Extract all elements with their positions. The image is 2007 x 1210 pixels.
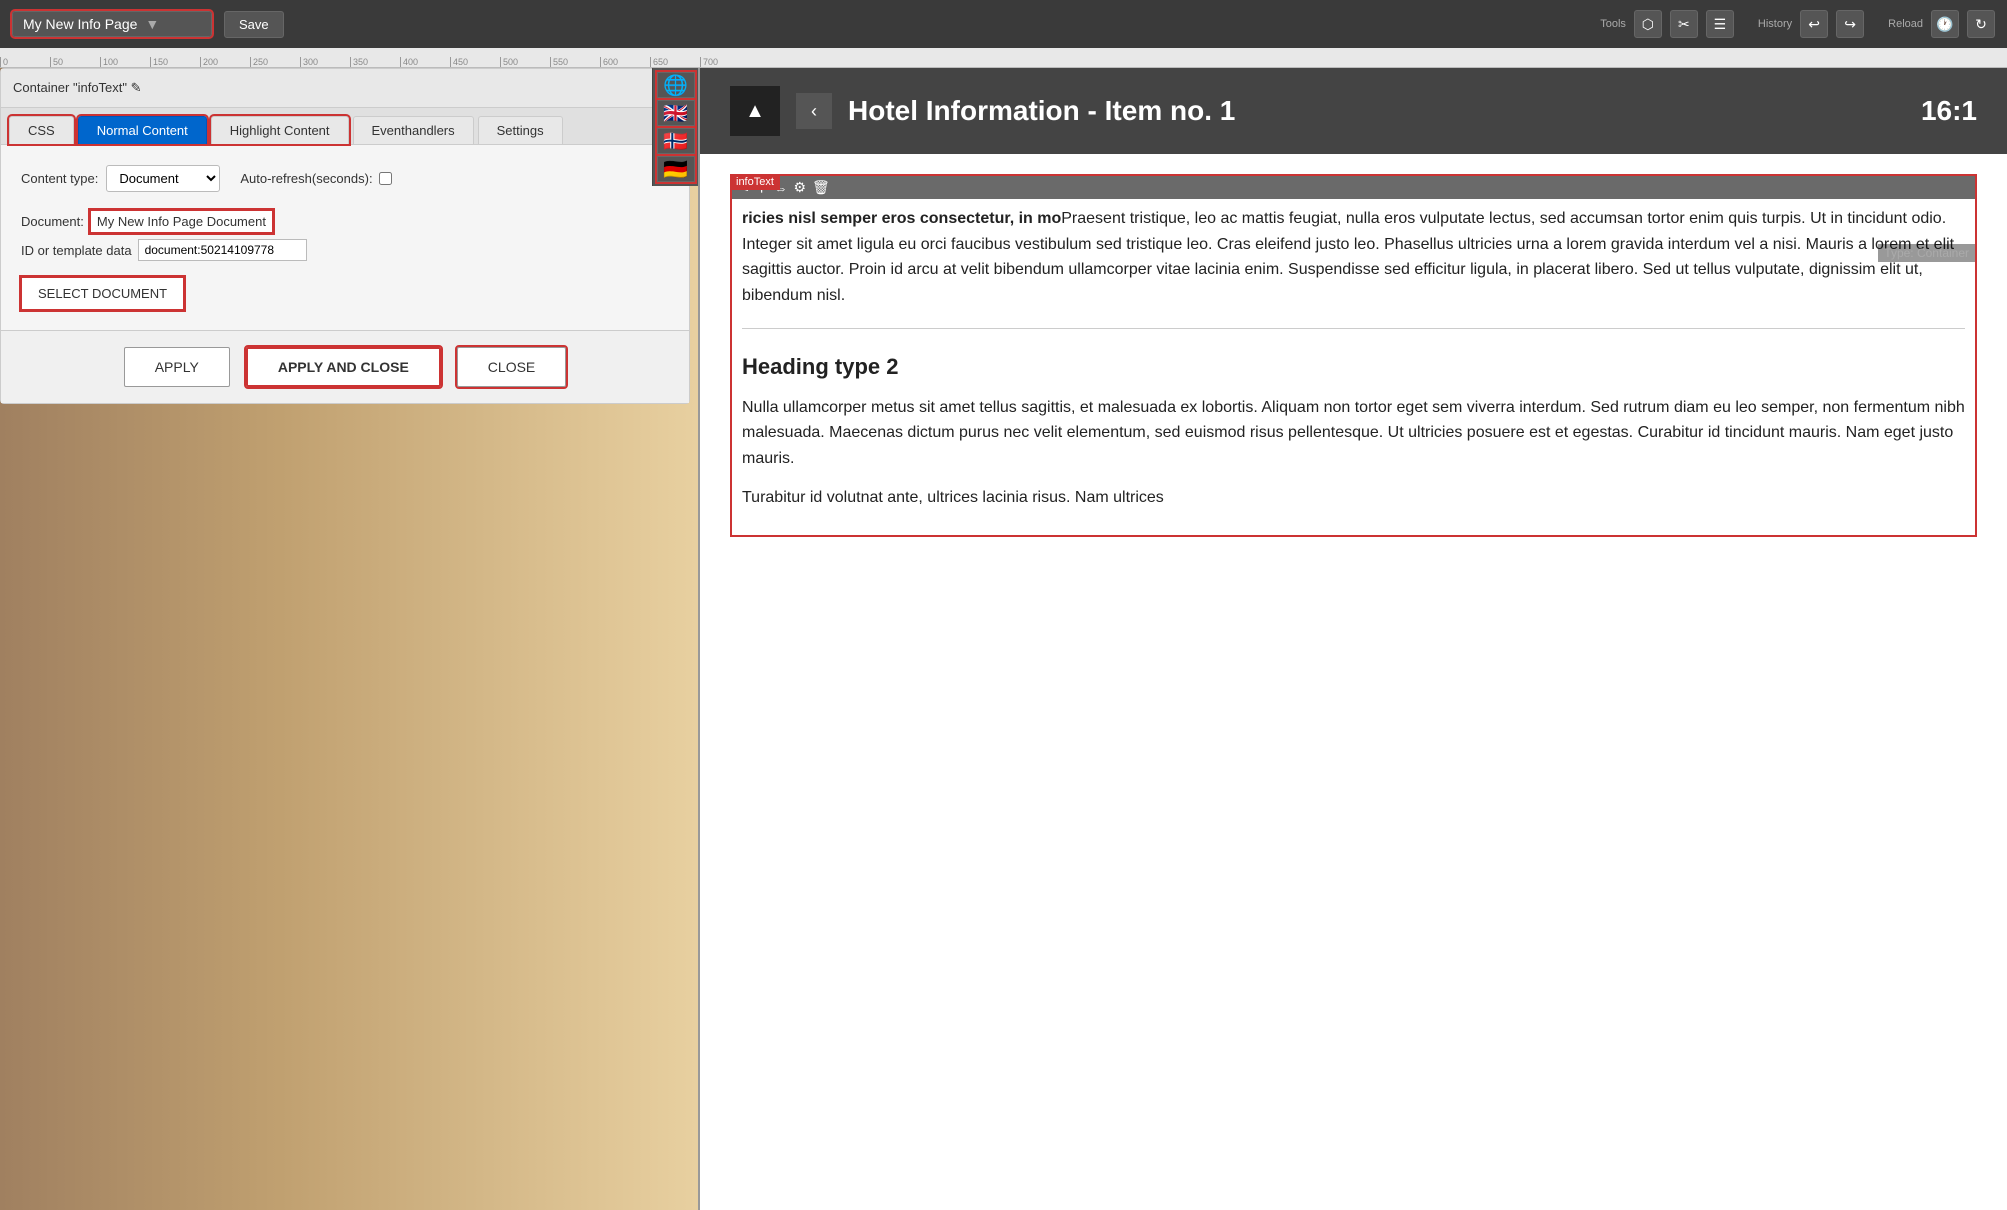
tab-highlight-content-label: Highlight Content bbox=[230, 123, 330, 138]
flag-germany[interactable]: 🇩🇪 bbox=[657, 156, 695, 182]
reload-label: Reload bbox=[1888, 18, 1923, 30]
page-header: ▲ ‹ Hotel Information - Item no. 1 16:1 bbox=[700, 68, 2007, 154]
tab-settings[interactable]: Settings bbox=[478, 116, 563, 144]
tab-highlight-content[interactable]: Highlight Content bbox=[211, 116, 349, 144]
back-button[interactable]: ‹ bbox=[796, 93, 832, 129]
body-text-3: Nulla ullamcorper metus sit amet tellus … bbox=[742, 395, 1965, 472]
reload-icon[interactable]: ↻ bbox=[1967, 10, 1995, 38]
flag-norway[interactable]: 🇳🇴 bbox=[657, 128, 695, 154]
flag-uk[interactable]: 🇬🇧 bbox=[657, 100, 695, 126]
close-button[interactable]: CLOSE bbox=[457, 347, 566, 387]
ruler-mark: 150 bbox=[150, 57, 200, 67]
history-label: History bbox=[1758, 18, 1792, 30]
content-type-label: Content type: bbox=[21, 171, 98, 186]
heading-2: Heading type 2 bbox=[742, 349, 1965, 384]
tab-normal-content-label: Normal Content bbox=[97, 123, 188, 138]
history-clock-icon[interactable]: 🕐 bbox=[1931, 10, 1959, 38]
infotext-toolbar: ✎ ⊹ ⇔ ⚙ 🗑 bbox=[732, 176, 1975, 199]
editor-panel: Container "infoText" ✎ ✕ CSS Normal Cont… bbox=[0, 68, 700, 1210]
content-type-group: Content type: Document bbox=[21, 165, 220, 192]
document-row: Document: My New Info Page Document bbox=[21, 210, 669, 233]
ruler-mark: 0 bbox=[0, 57, 50, 67]
history-section: History ↩ ↪ bbox=[1758, 10, 1864, 38]
dialog-title: Container "infoText" ✎ bbox=[13, 80, 142, 96]
undo-icon[interactable]: ↩ bbox=[1800, 10, 1828, 38]
infotext-container: infoText Type: Container ✎ ⊹ ⇔ ⚙ 🗑 ricie… bbox=[730, 174, 1977, 537]
tab-normal-content[interactable]: Normal Content bbox=[78, 116, 207, 144]
body-text-4: Turabitur id volutnat ante, ultrices lac… bbox=[742, 485, 1965, 511]
redo-icon[interactable]: ↪ bbox=[1836, 10, 1864, 38]
ruler-marks: 0 50 100 150 200 250 300 350 400 450 500… bbox=[0, 48, 2007, 67]
stack-icon[interactable]: ☰ bbox=[1706, 10, 1734, 38]
container-label-badge: infoText bbox=[730, 174, 780, 190]
ruler-mark: 550 bbox=[550, 57, 600, 67]
ruler-mark: 300 bbox=[300, 57, 350, 67]
document-name: My New Info Page Document bbox=[90, 210, 273, 233]
auto-refresh-label: Auto-refresh(seconds): bbox=[240, 171, 372, 186]
flag-panel: 🌐 🇬🇧 🇳🇴 🇩🇪 bbox=[652, 68, 698, 186]
infotext-content: ricies nisl semper eros consectetur, in … bbox=[732, 176, 1975, 535]
editor-dialog: Container "infoText" ✎ ✕ CSS Normal Cont… bbox=[0, 68, 690, 404]
apply-button[interactable]: APPLY bbox=[124, 347, 230, 387]
page-time: 16:1 bbox=[1921, 95, 1977, 127]
auto-refresh-group: Auto-refresh(seconds): bbox=[240, 171, 391, 186]
flag-world[interactable]: 🌐 bbox=[657, 72, 695, 98]
content-body: infoText Type: Container ✎ ⊹ ⇔ ⚙ 🗑 ricie… bbox=[700, 154, 2007, 567]
ruler-mark: 100 bbox=[100, 57, 150, 67]
tab-settings-label: Settings bbox=[497, 123, 544, 138]
reload-section: Reload 🕐 ↻ bbox=[1888, 10, 1995, 38]
divider bbox=[742, 328, 1965, 329]
body-text-1: ricies nisl semper eros consectetur, in … bbox=[742, 206, 1965, 308]
apply-and-close-button[interactable]: APPLY AND CLOSE bbox=[246, 347, 441, 387]
ruler-mark: 700 bbox=[700, 57, 750, 67]
ruler-mark: 600 bbox=[600, 57, 650, 67]
delete-icon[interactable]: 🗑 bbox=[812, 179, 830, 196]
dialog-header: Container "infoText" ✎ ✕ bbox=[1, 69, 689, 108]
tab-eventhandlers-label: Eventhandlers bbox=[372, 123, 455, 138]
page-selector[interactable]: My New Info Page ▼ bbox=[12, 11, 212, 37]
dialog-tabs: CSS Normal Content Highlight Content Eve… bbox=[1, 108, 689, 145]
save-button[interactable]: Save bbox=[224, 11, 284, 38]
tab-css-label: CSS bbox=[28, 123, 55, 138]
background-area: Container "infoText" ✎ ✕ CSS Normal Cont… bbox=[0, 68, 698, 1210]
content-area: ▲ ‹ Hotel Information - Item no. 1 16:1 … bbox=[700, 68, 2007, 1210]
select-document-button[interactable]: SELECT DOCUMENT bbox=[21, 277, 184, 310]
content-type-select[interactable]: Document bbox=[106, 165, 220, 192]
ruler-mark: 50 bbox=[50, 57, 100, 67]
ruler-mark: 250 bbox=[250, 57, 300, 67]
toolbar-right: Tools ⬡ ✂ ☰ History ↩ ↪ Reload 🕐 ↻ bbox=[1600, 10, 1995, 38]
ruler-mark: 350 bbox=[350, 57, 400, 67]
layers-icon[interactable]: ⬡ bbox=[1634, 10, 1662, 38]
dialog-footer: APPLY APPLY AND CLOSE CLOSE bbox=[1, 330, 689, 403]
container-type-label: Type: Container bbox=[1878, 244, 1975, 262]
tab-eventhandlers[interactable]: Eventhandlers bbox=[353, 116, 474, 144]
id-label: ID or template data bbox=[21, 243, 132, 258]
dialog-content-area: Content type: Document Auto-refresh(seco… bbox=[1, 145, 689, 330]
ruler-mark: 650 bbox=[650, 57, 700, 67]
ruler-mark: 200 bbox=[200, 57, 250, 67]
content-type-row: Content type: Document Auto-refresh(seco… bbox=[21, 165, 669, 192]
auto-refresh-checkbox[interactable] bbox=[379, 172, 392, 185]
settings-icon[interactable]: ⚙ bbox=[793, 179, 806, 196]
main-area: Container "infoText" ✎ ✕ CSS Normal Cont… bbox=[0, 68, 2007, 1210]
id-row: ID or template data bbox=[21, 239, 669, 261]
select-doc-container: SELECT DOCUMENT bbox=[21, 277, 669, 310]
scissors-icon[interactable]: ✂ bbox=[1670, 10, 1698, 38]
page-title: Hotel Information - Item no. 1 bbox=[848, 95, 1235, 127]
ruler-mark: 500 bbox=[500, 57, 550, 67]
tools-section: Tools ⬡ ✂ ☰ bbox=[1600, 10, 1734, 38]
top-toolbar: My New Info Page ▼ Save Tools ⬡ ✂ ☰ Hist… bbox=[0, 0, 2007, 48]
document-label: Document: bbox=[21, 214, 84, 229]
ruler-mark: 400 bbox=[400, 57, 450, 67]
chevron-down-icon: ▼ bbox=[145, 16, 159, 32]
ruler-mark: 450 bbox=[450, 57, 500, 67]
id-input[interactable] bbox=[138, 239, 307, 261]
logo-icon: ▲ bbox=[730, 86, 780, 136]
tools-label: Tools bbox=[1600, 18, 1626, 30]
page-selector-label: My New Info Page bbox=[23, 16, 137, 32]
tab-css[interactable]: CSS bbox=[9, 116, 74, 144]
ruler: 0 50 100 150 200 250 300 350 400 450 500… bbox=[0, 48, 2007, 68]
